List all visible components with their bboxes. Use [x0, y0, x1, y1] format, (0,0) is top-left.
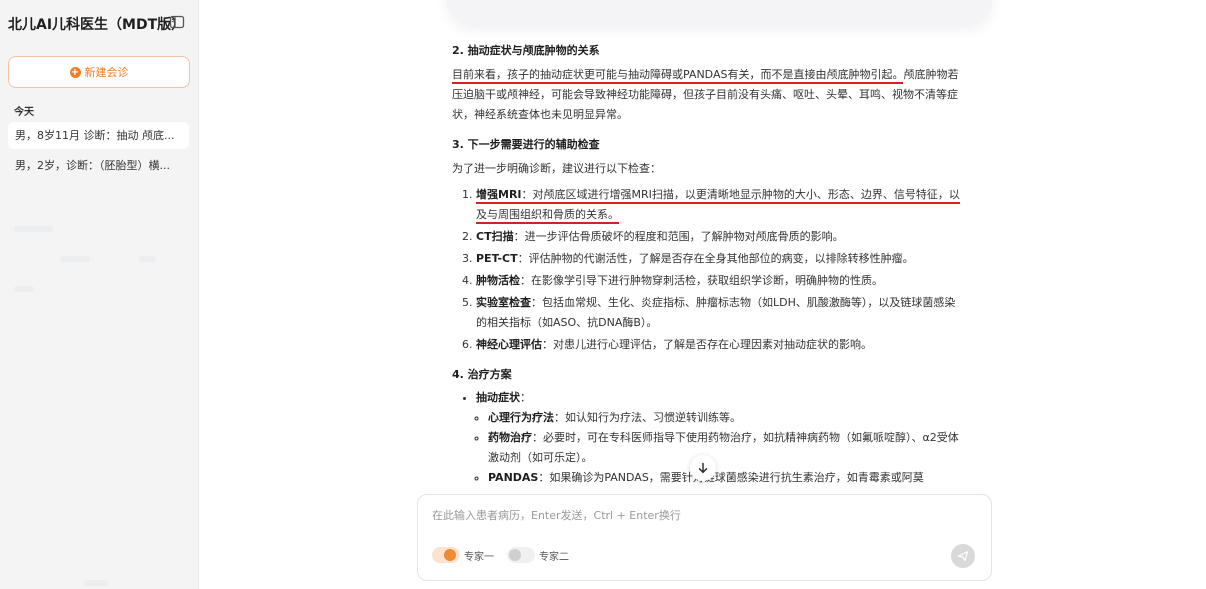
- toggle-knob: [509, 549, 521, 561]
- app-title: 北儿AI儿科医生（MDT版）: [8, 17, 186, 33]
- expert-one-label: 专家一: [464, 551, 494, 563]
- toggle-track: [432, 547, 460, 563]
- toggle-track: [507, 547, 535, 563]
- new-consultation-button[interactable]: + 新建会诊: [8, 56, 190, 88]
- check-item: 神经心理评估：对患儿进行心理评估，了解是否存在心理因素对抽动症状的影响。: [476, 335, 962, 355]
- ghost-line: [60, 256, 90, 262]
- section-today: 今天: [14, 107, 34, 118]
- patient-record-input[interactable]: [432, 509, 972, 522]
- plus-circle-icon: +: [69, 66, 81, 78]
- arrow-down-icon: [698, 462, 708, 474]
- history-item-2[interactable]: 男，2岁，诊断：（胚胎型）横...: [8, 152, 189, 179]
- section-2-title: 2. 抽动症状与颅底肿物的关系: [452, 44, 600, 57]
- send-icon: [957, 551, 969, 562]
- highlighted-text: 目前来看，孩子的抽动症状更可能与抽动障碍或PANDAS有关，而不是直接由颅底肿物…: [452, 68, 904, 84]
- new-consultation-label: 新建会诊: [84, 66, 129, 79]
- check-item: CT扫描：进一步评估骨质破坏的程度和范围，了解肿物对颅底骨质的影响。: [476, 227, 962, 247]
- assistant-answer: 2. 抽动症状与颅底肿物的关系 目前来看，孩子的抽动症状更可能与抽动障碍或PAN…: [452, 41, 962, 488]
- ghost-line: [138, 256, 156, 262]
- section-4-title: 4. 治疗方案: [452, 368, 512, 381]
- treatment-item: 心理行为疗法：如认知行为疗法、习惯逆转训练等。: [488, 408, 962, 428]
- main-panel: 2. 抽动症状与颅底肿物的关系 目前来看，孩子的抽动症状更可能与抽动障碍或PAN…: [199, 0, 1206, 589]
- chat-input-box: 专家一 专家二: [417, 494, 992, 581]
- ghost-line: [14, 226, 54, 232]
- section-2-paragraph: 目前来看，孩子的抽动症状更可能与抽动障碍或PANDAS有关，而不是直接由颅底肿物…: [452, 65, 962, 125]
- section-3-title: 3. 下一步需要进行的辅助检查: [452, 138, 600, 151]
- previous-message-bubble: [447, 0, 992, 24]
- expert-two-toggle[interactable]: 专家二: [507, 547, 569, 563]
- check-item: PET-CT：评估肿物的代谢活性，了解是否存在全身其他部位的病变，以排除转移性肿…: [476, 249, 962, 269]
- treatment-item: 药物治疗：必要时，可在专科医师指导下使用药物治疗，如抗精神病药物（如氟哌啶醇）、…: [488, 428, 962, 468]
- treatment-bullet: 抽动症状： 心理行为疗法：如认知行为疗法、习惯逆转训练等。 药物治疗：必要时，可…: [476, 388, 962, 488]
- check-item: 增强MRI：对颅底区域进行增强MRI扫描，以更清晰地显示肿物的大小、形态、边界、…: [476, 185, 962, 225]
- history-item-1[interactable]: 男，8岁11月 诊断：抽动 颅底...: [8, 122, 189, 149]
- ghost-line: [84, 580, 108, 586]
- section-3-intro: 为了进一步明确诊断，建议进行以下检查：: [452, 162, 661, 175]
- ghost-line: [14, 286, 34, 292]
- scroll-to-bottom-button[interactable]: [690, 455, 716, 481]
- sidebar-collapse-icon[interactable]: [169, 14, 185, 30]
- treatment-sublist: 心理行为疗法：如认知行为疗法、习惯逆转训练等。 药物治疗：必要时，可在专科医师指…: [476, 408, 962, 488]
- toggle-knob: [444, 549, 456, 561]
- sidebar: 北儿AI儿科医生（MDT版） + 新建会诊 今天 男，8岁11月 诊断：抽动 颅…: [0, 0, 199, 589]
- check-item: 肿物活检：在影像学引导下进行肿物穿刺活检，获取组织学诊断，明确肿物的性质。: [476, 271, 962, 291]
- check-item: 实验室检查：包括血常规、生化、炎症指标、肿瘤标志物（如LDH、肌酸激酶等），以及…: [476, 293, 962, 333]
- expert-one-toggle[interactable]: 专家一: [432, 547, 494, 563]
- send-button[interactable]: [951, 544, 975, 568]
- expert-two-label: 专家二: [539, 551, 569, 563]
- checks-list: 增强MRI：对颅底区域进行增强MRI扫描，以更清晰地显示肿物的大小、形态、边界、…: [452, 185, 962, 355]
